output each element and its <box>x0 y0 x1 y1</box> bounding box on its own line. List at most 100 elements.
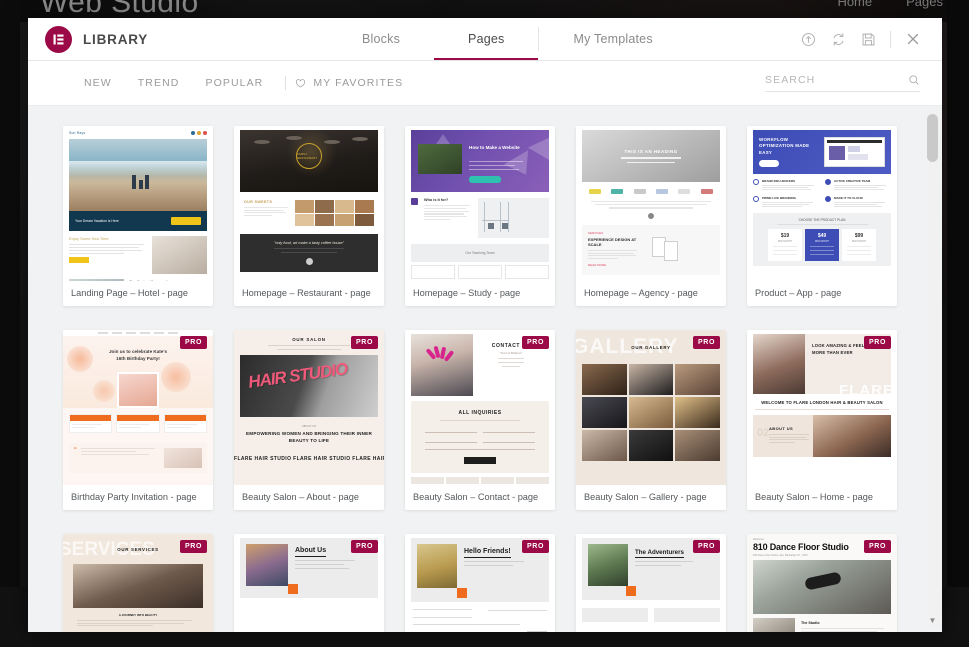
pro-badge: PRO <box>693 336 720 349</box>
tab-blocks[interactable]: Blocks <box>328 18 434 60</box>
preview-plan-period: PER MONTH <box>777 240 793 244</box>
preview-pricing-heading: CHOOSE THE PRODUCT PLAN <box>798 218 846 223</box>
library-toolbar: NEW TREND POPULAR MY FAVORITES <box>28 61 942 105</box>
save-icon[interactable] <box>853 24 883 54</box>
template-card[interactable]: PRO SERVICES OUR SERVICES A JOURNEY INTO… <box>63 534 213 632</box>
scrollbar-track[interactable]: ▲ ▼ <box>927 106 940 628</box>
template-thumbnail: PRO OUR SALON HAIR STUDIO ABOUT US EMPOW… <box>234 330 384 485</box>
scrollbar-thumb[interactable] <box>927 114 938 162</box>
template-card[interactable]: How to Make a Website Who is it for? Our… <box>405 126 555 306</box>
template-card[interactable]: PRO About Us How it all began <box>234 534 384 632</box>
preview-hero-heading: How to Make a Website <box>469 145 520 150</box>
template-card[interactable]: FAMILY RESTAURANT OUR SWEETS "only food,… <box>234 126 384 306</box>
modal-brand: LIBRARY <box>28 18 328 60</box>
template-label: Homepage – Study - page <box>413 288 521 298</box>
preview-logo: Sun Rays <box>69 130 86 135</box>
template-card[interactable]: PRO Join us to celebrate Kate's 16th Bir… <box>63 330 213 510</box>
template-thumbnail: FAMILY RESTAURANT OUR SWEETS "only food,… <box>234 126 384 281</box>
template-card[interactable]: PRO OUR SALON HAIR STUDIO ABOUT US EMPOW… <box>234 330 384 510</box>
preview-plan-price: $19 <box>780 233 790 240</box>
pro-badge: PRO <box>522 540 549 553</box>
filter-divider <box>285 76 287 90</box>
template-thumbnail: How to Make a Website Who is it for? Our… <box>405 126 555 281</box>
template-card[interactable]: PRO The Adventurers <box>576 534 726 632</box>
template-label: Birthday Party Invitation - page <box>71 492 197 502</box>
scroll-down-arrow[interactable]: ▼ <box>927 614 938 626</box>
template-thumbnail: PRO Join us to celebrate Kate's 16th Bir… <box>63 330 213 485</box>
template-label: Homepage – Restaurant - page <box>242 288 371 298</box>
template-thumbnail: PRO LOOK AMAZING & FEEL FAB MORE THAN EV… <box>747 330 897 485</box>
modal-header-actions <box>793 18 942 60</box>
preview-about-number: 02 <box>757 427 770 439</box>
filter-my-favorites[interactable]: MY FAVORITES <box>295 77 403 89</box>
template-thumbnail: PRO The Adventurers <box>576 534 726 632</box>
pro-badge: PRO <box>864 540 891 553</box>
info-icon[interactable] <box>793 24 823 54</box>
tab-my-templates[interactable]: My Templates <box>539 18 686 60</box>
pro-badge: PRO <box>351 336 378 349</box>
template-thumbnail: WORKFLOW OPTIMIZATION MADE EASY BRAND IN… <box>747 126 897 281</box>
preview-marquee: FLARE HAIR STUDIO FLARE HAIR STUDIO FLAR… <box>234 456 384 463</box>
pro-badge: PRO <box>180 336 207 349</box>
close-icon[interactable] <box>898 24 928 54</box>
filter-new[interactable]: NEW <box>84 77 125 89</box>
template-label: Beauty Salon – Home - page <box>755 492 873 502</box>
template-label: Beauty Salon – About - page <box>242 492 359 502</box>
template-card[interactable]: THIS IS AN HEADING SERVICES EXPERIENCE D… <box>576 126 726 306</box>
template-thumbnail: PRO About Us How it all began <box>234 534 384 632</box>
elementor-logo-icon <box>45 25 72 53</box>
preview-heading: Hello Friends! <box>464 548 511 558</box>
filter-popular[interactable]: POPULAR <box>192 77 276 89</box>
preview-heading: OUR GALLERY <box>631 344 671 350</box>
template-card[interactable]: PRO LOOK AMAZING & FEEL FAB MORE THAN EV… <box>747 330 897 510</box>
pro-badge: PRO <box>693 540 720 553</box>
preview-graffiti: HAIR STUDIO <box>247 359 349 393</box>
preview-section-heading: OUR SWEETS <box>244 200 273 204</box>
template-card[interactable]: PRO Hello Friends! <box>405 534 555 632</box>
pro-badge: PRO <box>864 336 891 349</box>
template-card[interactable]: PRO Welcome 810 Dance Floor Studio 810 D… <box>747 534 897 632</box>
preview-form-heading: ALL INQUIRIES <box>458 410 502 416</box>
template-thumbnail: Sun Rays Your Dream Vacation Is Here Enj… <box>63 126 213 281</box>
template-label: Beauty Salon – Gallery - page <box>584 492 707 502</box>
preview-banner-text: Your Dream Vacation Is Here <box>75 219 119 223</box>
preview-plan-price: $99 <box>854 233 864 240</box>
header-action-divider <box>890 30 891 48</box>
library-modal: LIBRARY Blocks Pages My Templates NEW TR… <box>28 18 942 632</box>
search-icon[interactable] <box>908 74 920 86</box>
preview-kicker: SERVICES <box>588 230 604 235</box>
preview-band-text: Our Teaching Team <box>465 251 495 255</box>
template-label: Landing Page – Hotel - page <box>71 288 188 298</box>
template-card[interactable]: WORKFLOW OPTIMIZATION MADE EASY BRAND IN… <box>747 126 897 306</box>
my-favorites-label: MY FAVORITES <box>313 77 404 89</box>
template-label: Homepage – Agency - page <box>584 288 698 298</box>
scroll-up-arrow[interactable]: ▲ <box>927 106 938 108</box>
template-thumbnail: PRO Welcome 810 Dance Floor Studio 810 D… <box>747 534 897 632</box>
preview-hero-heading: WORKFLOW OPTIMIZATION MADE EASY <box>759 136 810 155</box>
search-input[interactable] <box>765 74 908 86</box>
filter-trend[interactable]: TREND <box>125 77 193 89</box>
template-thumbnail: PRO SERVICES OUR SERVICES A JOURNEY INTO… <box>63 534 213 632</box>
preview-mid-heading: EMPOWERING WOMEN AND BRINGING THEIR INNE… <box>246 431 372 444</box>
template-label: Product – App - page <box>755 288 842 298</box>
preview-plan-price: $49 <box>817 233 827 240</box>
preview-sub: "Touch of Brilliance" <box>499 352 523 355</box>
preview-submit <box>464 457 496 464</box>
template-label: Beauty Salon – Contact - page <box>413 492 539 502</box>
preview-about-heading: ABOUT US <box>769 426 794 431</box>
search-box <box>765 74 920 92</box>
sync-icon[interactable] <box>823 24 853 54</box>
preview-hero-line1: Join us to celebrate Kate's <box>108 349 168 354</box>
heart-icon <box>296 78 306 88</box>
tab-pages[interactable]: Pages <box>434 18 539 60</box>
preview-plan-period: PER MONTH <box>814 240 830 244</box>
template-card[interactable]: PRO GALLERY OUR GALLERY Beauty Salon – G… <box>576 330 726 510</box>
pro-badge: PRO <box>180 540 207 553</box>
template-thumbnail: PRO GALLERY OUR GALLERY <box>576 330 726 485</box>
templates-scroll-region[interactable]: Sun Rays Your Dream Vacation Is Here Enj… <box>28 106 926 632</box>
preview-quote: "only food, art make a tasty coffee hous… <box>273 240 345 245</box>
template-card[interactable]: Sun Rays Your Dream Vacation Is Here Enj… <box>63 126 213 306</box>
template-card[interactable]: PRO CONTACT US "Touch of Brilliance" ALL… <box>405 330 555 510</box>
preview-badge: FAMILY RESTAURANT <box>296 143 322 170</box>
templates-grid: Sun Rays Your Dream Vacation Is Here Enj… <box>28 126 926 632</box>
